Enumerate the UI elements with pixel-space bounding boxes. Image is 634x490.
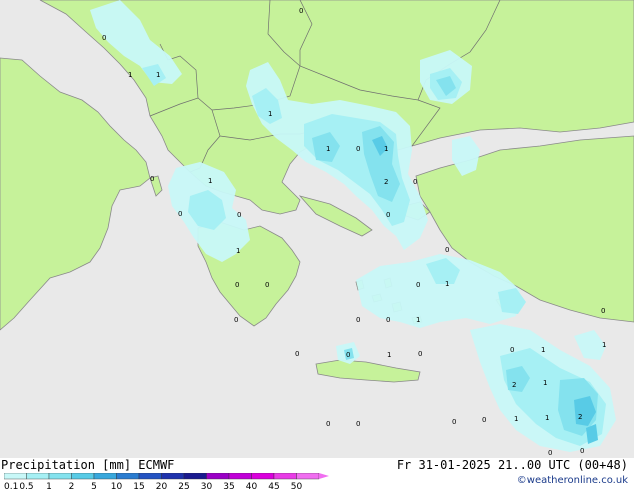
scale-swatch (228, 473, 252, 480)
value-label: 1 (326, 145, 330, 153)
value-label: 0 (237, 211, 241, 219)
scale-swatch (183, 473, 207, 480)
value-label: 0 (356, 316, 360, 324)
scale-swatch (4, 473, 27, 480)
value-label: 1 (208, 177, 212, 185)
scale-tick-label: 0.5 (19, 482, 33, 490)
legend-title: Precipitation [mm] ECMWF (1, 458, 174, 472)
value-label: 0 (178, 210, 182, 218)
scale-swatch (116, 473, 140, 480)
value-label: 0 (234, 316, 238, 324)
value-label: 0 (356, 420, 360, 428)
value-label: 1 (236, 247, 240, 255)
scale-tick-label: 25 (178, 482, 189, 490)
scale-swatch (273, 473, 297, 480)
legend-title-text: Precipitation [mm] (1, 458, 132, 472)
value-label: 1 (514, 415, 518, 423)
value-label: 0 (102, 34, 106, 42)
value-label: 0 (601, 307, 605, 315)
value-label: 0 (452, 418, 456, 426)
map-footer: Precipitation [mm] ECMWF Fr 31-01-2025 2… (0, 458, 634, 490)
scale-tick-label: 40 (246, 482, 258, 490)
scale-arrow (319, 473, 329, 479)
value-label: 2 (384, 178, 388, 186)
scale-swatch (93, 473, 117, 480)
scale-swatch (206, 473, 230, 480)
model-name: ECMWF (138, 458, 175, 472)
value-label: 0 (386, 211, 390, 219)
value-label: 0 (418, 350, 422, 358)
value-label: 1 (445, 280, 449, 288)
value-label: 0 (150, 175, 154, 183)
scale-swatch (71, 473, 95, 480)
scale-swatch (296, 473, 320, 480)
scale-swatch (138, 473, 162, 480)
value-label: 0 (265, 281, 269, 289)
value-label: 0 (299, 7, 303, 15)
value-label: 0 (413, 178, 417, 186)
value-label: 0 (482, 416, 486, 424)
value-label: 0 (548, 449, 552, 457)
scale-tick-label: 5 (91, 482, 97, 490)
value-label: 0 (510, 346, 514, 354)
credit-link[interactable]: ©weatheronline.co.uk (517, 475, 628, 486)
value-label: 1 (545, 414, 549, 422)
scale-swatch (26, 473, 50, 480)
scale-tick-label: 1 (46, 482, 52, 490)
value-label: 0 (445, 246, 449, 254)
valid-time: Fr 31-01-2025 21..00 UTC (00+48) (396, 458, 628, 472)
value-label: 2 (578, 413, 582, 421)
scale-tick-label: 20 (156, 482, 168, 490)
scale-tick-label: 50 (291, 482, 303, 490)
scale-tick-label: 45 (268, 482, 279, 490)
value-label: 1 (384, 145, 388, 153)
value-label: 0 (386, 316, 390, 324)
scale-tick-label: 0.1 (4, 482, 18, 490)
scale-tick-label: 35 (223, 482, 234, 490)
value-label: 0 (356, 145, 360, 153)
value-label: 1 (541, 346, 545, 354)
value-label: 2 (512, 381, 516, 389)
value-label: 1 (387, 351, 391, 359)
value-label: 1 (543, 379, 547, 387)
value-label: 1 (128, 71, 132, 79)
scale-swatch (48, 473, 72, 480)
value-label: 1 (416, 316, 420, 324)
scale-tick-label: 10 (111, 482, 123, 490)
value-label: 1 (602, 341, 606, 349)
scale-tick-label: 2 (69, 482, 75, 490)
value-label: 1 (268, 110, 272, 118)
value-label: 0 (235, 281, 239, 289)
scale-swatch (161, 473, 185, 480)
scale-tick-label: 30 (201, 482, 213, 490)
color-scale: 0.1 0.5 1 2 5 10 15 20 25 30 35 40 45 50 (4, 473, 329, 490)
scale-tick-label: 15 (133, 482, 144, 490)
value-label: 0 (580, 447, 584, 455)
value-label: 0 (295, 350, 299, 358)
scale-swatch (251, 473, 275, 480)
value-label: 0 (346, 351, 350, 359)
precipitation-map: 0 0 1 1 1 0 1 2 0 0 1 0 0 0 1 0 0 0 1 0 … (0, 0, 634, 458)
value-label: 0 (416, 281, 420, 289)
value-label: 0 (326, 420, 330, 428)
value-label: 1 (156, 71, 160, 79)
